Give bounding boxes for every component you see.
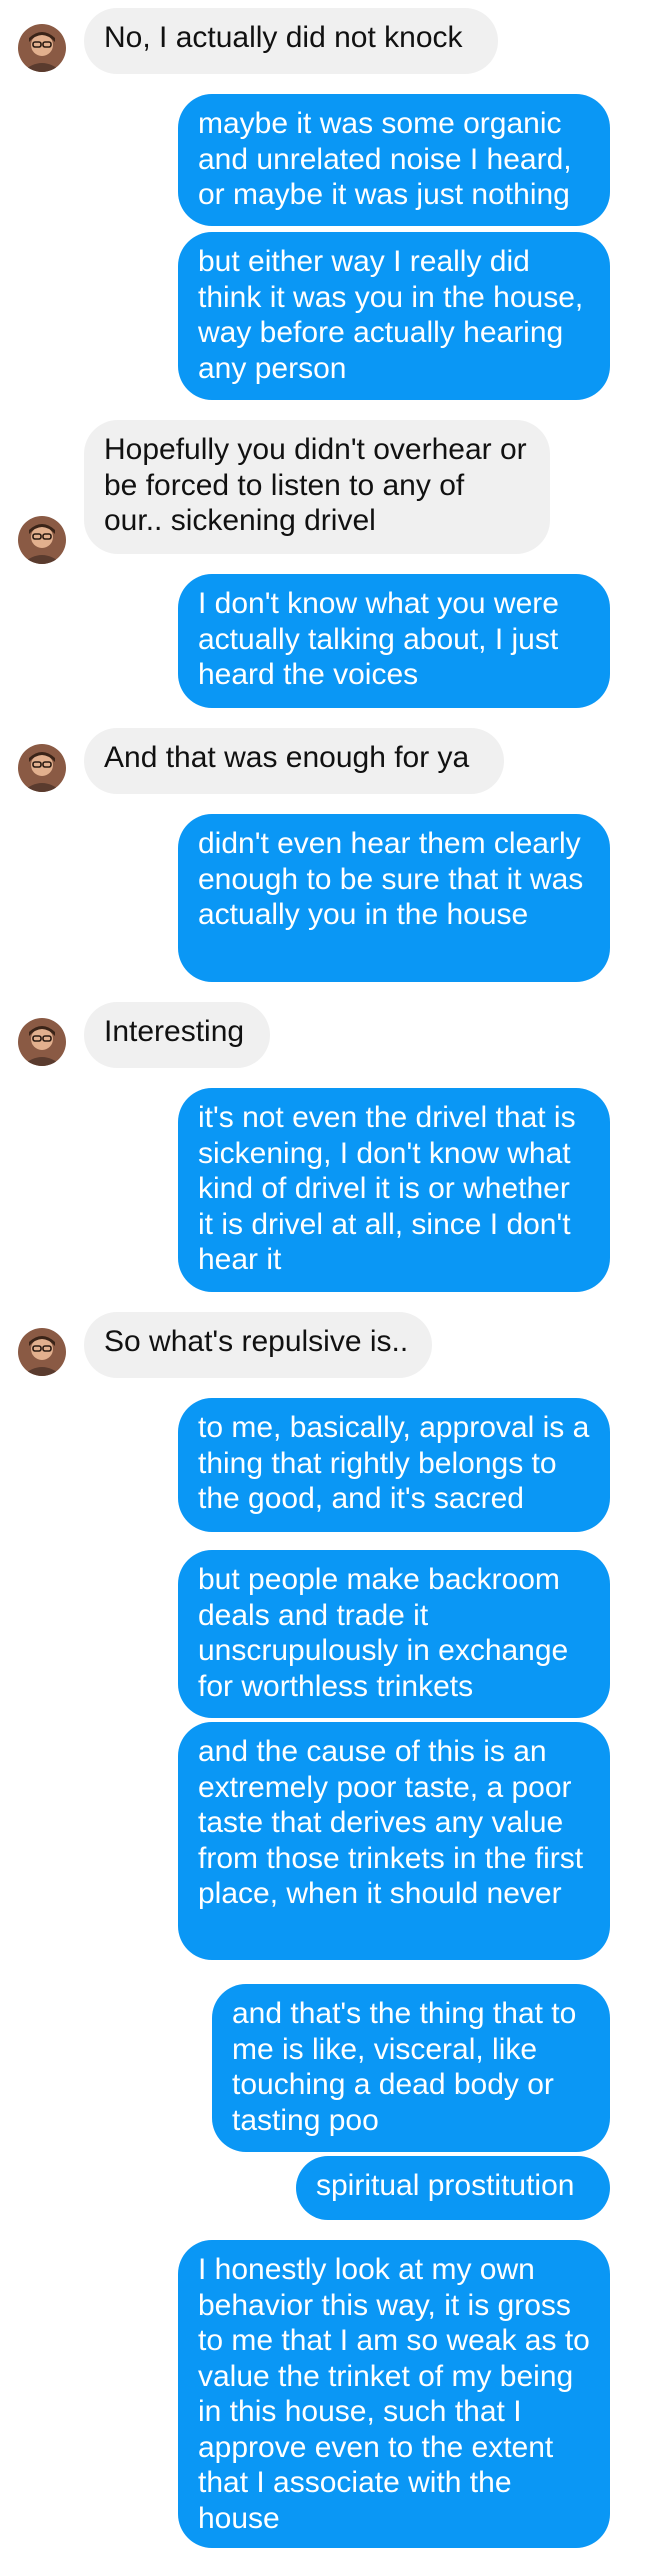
contact-photo bbox=[18, 1328, 66, 1376]
contact-photo bbox=[18, 24, 66, 72]
contact-avatar[interactable] bbox=[18, 1018, 66, 1066]
incoming-message[interactable]: So what's repulsive is.. bbox=[84, 1312, 432, 1378]
contact-photo bbox=[18, 516, 66, 564]
contact-avatar[interactable] bbox=[18, 744, 66, 792]
contact-avatar[interactable] bbox=[18, 516, 66, 564]
incoming-message[interactable]: And that was enough for ya bbox=[84, 728, 504, 794]
outgoing-message[interactable]: but either way I really did think it was… bbox=[178, 232, 610, 400]
message-thread: No, I actually did not knock maybe it wa… bbox=[0, 0, 648, 2560]
outgoing-message[interactable]: and that's the thing that to me is like,… bbox=[212, 1984, 610, 2152]
outgoing-message[interactable]: and the cause of this is an extremely po… bbox=[178, 1722, 610, 1960]
incoming-message[interactable]: Interesting bbox=[84, 1002, 270, 1068]
incoming-message[interactable]: Hopefully you didn't overhear or be forc… bbox=[84, 420, 550, 554]
outgoing-message[interactable]: it's not even the drivel that is sickeni… bbox=[178, 1088, 610, 1292]
contact-avatar[interactable] bbox=[18, 1328, 66, 1376]
outgoing-message[interactable]: I honestly look at my own behavior this … bbox=[178, 2240, 610, 2548]
outgoing-message[interactable]: spiritual prostitution bbox=[296, 2156, 610, 2220]
contact-photo bbox=[18, 744, 66, 792]
outgoing-message[interactable]: to me, basically, approval is a thing th… bbox=[178, 1398, 610, 1532]
outgoing-message[interactable]: I don't know what you were actually talk… bbox=[178, 574, 610, 708]
incoming-message[interactable]: No, I actually did not knock bbox=[84, 8, 498, 74]
outgoing-message[interactable]: didn't even hear them clearly enough to … bbox=[178, 814, 610, 982]
contact-avatar[interactable] bbox=[18, 24, 66, 72]
outgoing-message[interactable]: but people make backroom deals and trade… bbox=[178, 1550, 610, 1718]
outgoing-message[interactable]: maybe it was some organic and unrelated … bbox=[178, 94, 610, 226]
contact-photo bbox=[18, 1018, 66, 1066]
